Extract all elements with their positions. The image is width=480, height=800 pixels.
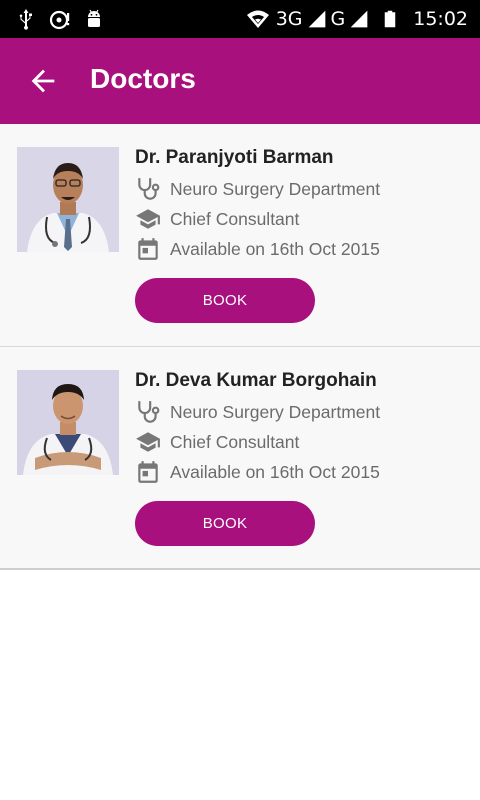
doctor-name: Dr. Deva Kumar Borgohain	[135, 370, 377, 391]
department-row: Neuro Surgery Department	[135, 176, 380, 202]
doctor-department: Neuro Surgery Department	[170, 401, 381, 422]
status-bar-notifications	[14, 6, 106, 32]
doctor-availability: Available on 16th Oct 2015	[170, 461, 380, 482]
network-g-label: G	[330, 8, 346, 30]
doctor-name: Dr. Paranjyoti Barman	[135, 147, 334, 168]
back-arrow-icon[interactable]	[26, 64, 60, 98]
usb-icon	[19, 9, 32, 30]
wifi-icon	[246, 10, 269, 28]
graduation-cap-icon	[136, 432, 160, 452]
doctor-photo	[17, 370, 119, 475]
status-bar: 3G G 15:02	[0, 0, 480, 38]
stethoscope-icon	[138, 178, 160, 200]
app-bar: Doctors	[0, 38, 480, 124]
designation-row: Chief Consultant	[135, 429, 299, 455]
doctor-list: Dr. Paranjyoti Barman Neuro Surgery Depa…	[0, 124, 480, 570]
doctor-designation: Chief Consultant	[170, 431, 300, 452]
availability-row: Available on 16th Oct 2015	[135, 459, 380, 485]
doctor-card: Dr. Paranjyoti Barman Neuro Surgery Depa…	[0, 124, 480, 347]
doctor-department: Neuro Surgery Department	[170, 178, 381, 199]
designation-row: Chief Consultant	[135, 206, 299, 232]
graduation-cap-icon	[136, 209, 160, 229]
status-bar-system: 3G G 15:02	[244, 6, 468, 32]
availability-row: Available on 16th Oct 2015	[135, 236, 380, 262]
book-button[interactable]: BOOK	[135, 278, 315, 323]
department-row: Neuro Surgery Department	[135, 399, 380, 425]
doctor-availability: Available on 16th Oct 2015	[170, 238, 380, 259]
stethoscope-icon	[138, 401, 160, 423]
signal-icon	[308, 10, 325, 28]
calendar-icon	[138, 461, 158, 483]
doctor-designation: Chief Consultant	[170, 208, 300, 229]
doctor-card: Dr. Deva Kumar Borgohain Neuro Surgery D…	[0, 347, 480, 570]
battery-icon	[384, 10, 396, 28]
clock: 15:02	[413, 8, 468, 30]
book-button[interactable]: BOOK	[135, 501, 315, 546]
sync-alert-icon	[49, 10, 70, 30]
network-3g-label: 3G	[275, 8, 303, 30]
calendar-icon	[138, 238, 158, 260]
signal-icon	[350, 10, 368, 28]
page-title: Doctors	[90, 63, 196, 94]
doctor-photo	[17, 147, 119, 252]
android-icon	[88, 9, 100, 27]
